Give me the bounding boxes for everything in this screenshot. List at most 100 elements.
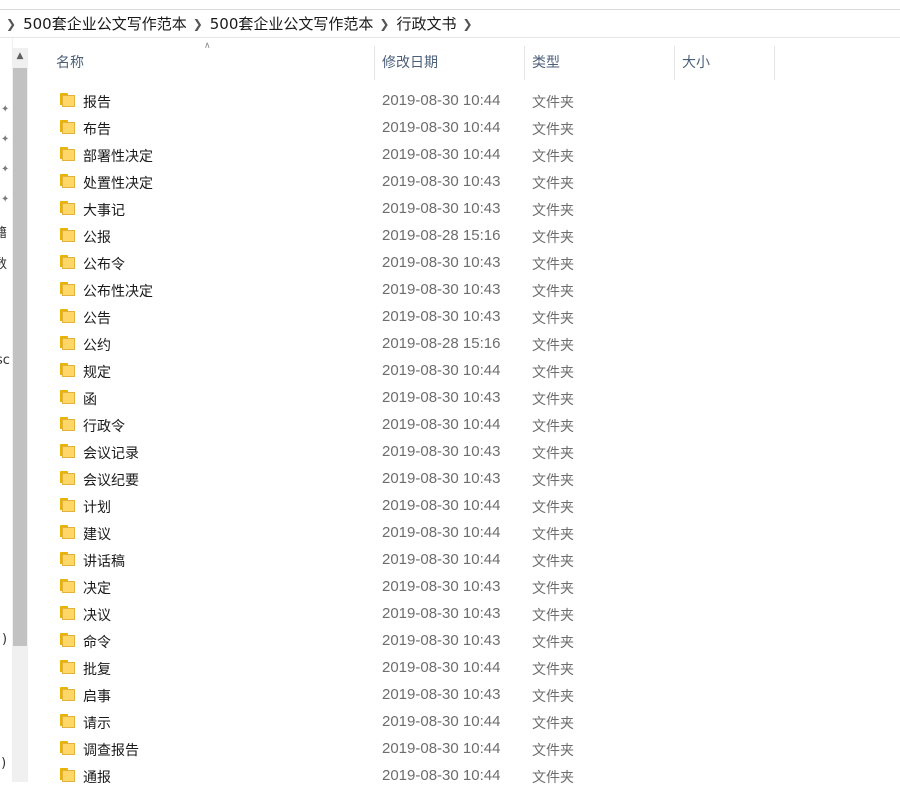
file-type: 文件夹	[532, 716, 574, 732]
file-row[interactable]: 调查报告 2019-08-30 10:44 文件夹	[28, 736, 788, 763]
file-name: 命令	[83, 635, 111, 651]
file-name: 会议纪要	[83, 473, 139, 489]
file-row[interactable]: 会议记录 2019-08-30 10:43 文件夹	[28, 439, 788, 466]
folder-icon	[60, 336, 75, 350]
file-name: 大事记	[83, 203, 125, 219]
breadcrumb-item-current[interactable]: 行政文书	[396, 13, 456, 34]
file-row[interactable]: 命令 2019-08-30 10:43 文件夹	[28, 628, 788, 655]
column-header-modified[interactable]: 修改日期	[373, 46, 525, 80]
file-modified-date: 2019-08-30 10:43	[382, 173, 501, 190]
folder-icon	[60, 768, 75, 782]
file-modified-date: 2019-08-30 10:43	[382, 254, 501, 271]
file-row[interactable]: 公告 2019-08-30 10:43 文件夹	[28, 304, 788, 331]
file-row[interactable]: 决定 2019-08-30 10:43 文件夹	[28, 574, 788, 601]
file-row[interactable]: 报告 2019-08-30 10:44 文件夹	[28, 88, 788, 115]
breadcrumb-item-root[interactable]: 500套企业公文写作范本	[23, 13, 187, 34]
file-type: 文件夹	[532, 176, 574, 192]
folder-icon	[60, 228, 75, 242]
file-modified-date: 2019-08-30 10:44	[382, 740, 501, 757]
folder-icon	[60, 741, 75, 755]
file-row[interactable]: 大事记 2019-08-30 10:43 文件夹	[28, 196, 788, 223]
chevron-right-icon[interactable]: ❯	[0, 17, 23, 31]
file-name: 公布令	[83, 257, 125, 273]
nav-item-fragment[interactable]: )	[2, 632, 7, 647]
file-row[interactable]: 规定 2019-08-30 10:44 文件夹	[28, 358, 788, 385]
file-type: 文件夹	[532, 635, 574, 651]
folder-icon	[60, 687, 75, 701]
file-row[interactable]: 布告 2019-08-30 10:44 文件夹	[28, 115, 788, 142]
file-row[interactable]: 批复 2019-08-30 10:44 文件夹	[28, 655, 788, 682]
file-name: 处置性决定	[83, 176, 153, 192]
pin-icon: ✦	[1, 134, 10, 145]
file-name: 公报	[83, 230, 111, 246]
file-row[interactable]: 讲话稿 2019-08-30 10:44 文件夹	[28, 547, 788, 574]
file-type: 文件夹	[532, 770, 574, 786]
file-name: 函	[83, 392, 97, 408]
file-type: 文件夹	[532, 743, 574, 759]
folder-icon	[60, 255, 75, 269]
folder-icon	[60, 309, 75, 323]
folder-icon	[60, 93, 75, 107]
file-name: 请示	[83, 716, 111, 732]
file-modified-date: 2019-08-30 10:44	[382, 713, 501, 730]
file-row[interactable]: 处置性决定 2019-08-30 10:43 文件夹	[28, 169, 788, 196]
file-modified-date: 2019-08-30 10:43	[382, 281, 501, 298]
nav-item-fragment[interactable]: sc	[0, 353, 10, 368]
scrollbar-thumb[interactable]	[13, 68, 27, 646]
pin-icon: ✦	[1, 194, 10, 205]
breadcrumb: ❯ 500套企业公文写作范本 ❯ 500套企业公文写作范本 ❯ 行政文书 ❯	[0, 10, 900, 38]
file-row[interactable]: 公布性决定 2019-08-30 10:43 文件夹	[28, 277, 788, 304]
file-row[interactable]: 会议纪要 2019-08-30 10:43 文件夹	[28, 466, 788, 493]
file-row[interactable]: 公布令 2019-08-30 10:43 文件夹	[28, 250, 788, 277]
file-row[interactable]: 启事 2019-08-30 10:43 文件夹	[28, 682, 788, 709]
file-modified-date: 2019-08-30 10:43	[382, 389, 501, 406]
column-header-size[interactable]: 大小	[673, 46, 775, 80]
column-header-type[interactable]: 类型	[523, 46, 675, 80]
file-type: 文件夹	[532, 446, 574, 462]
file-row[interactable]: 公约 2019-08-28 15:16 文件夹	[28, 331, 788, 358]
file-row[interactable]: 请示 2019-08-30 10:44 文件夹	[28, 709, 788, 736]
file-row[interactable]: 计划 2019-08-30 10:44 文件夹	[28, 493, 788, 520]
chevron-right-icon[interactable]: ❯	[187, 17, 210, 31]
column-header-name[interactable]: 名称	[47, 46, 375, 80]
pin-icon: ✦	[1, 164, 10, 175]
folder-icon	[60, 147, 75, 161]
file-type: 文件夹	[532, 284, 574, 300]
pin-icon: ✦	[1, 104, 10, 115]
file-row[interactable]: 部署性决定 2019-08-30 10:44 文件夹	[28, 142, 788, 169]
file-name: 公告	[83, 311, 111, 327]
file-type: 文件夹	[532, 203, 574, 219]
breadcrumb-item-parent[interactable]: 500套企业公文写作范本	[210, 13, 374, 34]
folder-icon	[60, 417, 75, 431]
nav-item-fragment[interactable]: 数	[0, 253, 7, 272]
file-row[interactable]: 建议 2019-08-30 10:44 文件夹	[28, 520, 788, 547]
file-type: 文件夹	[532, 95, 574, 111]
file-modified-date: 2019-08-30 10:44	[382, 416, 501, 433]
chevron-right-icon[interactable]: ❯	[373, 17, 396, 31]
file-type: 文件夹	[532, 230, 574, 246]
file-modified-date: 2019-08-30 10:44	[382, 146, 501, 163]
folder-icon	[60, 714, 75, 728]
file-row[interactable]: 决议 2019-08-30 10:43 文件夹	[28, 601, 788, 628]
column-headers: ∧ 名称 修改日期 类型 大小	[28, 38, 900, 88]
file-name: 行政令	[83, 419, 125, 435]
file-type: 文件夹	[532, 392, 574, 408]
file-type: 文件夹	[532, 419, 574, 435]
file-modified-date: 2019-08-30 10:43	[382, 578, 501, 595]
file-type: 文件夹	[532, 257, 574, 273]
file-row[interactable]: 公报 2019-08-28 15:16 文件夹	[28, 223, 788, 250]
folder-icon	[60, 390, 75, 404]
file-name: 计划	[83, 500, 111, 516]
file-type: 文件夹	[532, 527, 574, 543]
nav-item-fragment[interactable]: ))	[0, 756, 6, 771]
file-name: 批复	[83, 662, 111, 678]
scroll-up-arrow-icon[interactable]: ▲	[12, 48, 28, 64]
file-row[interactable]: 函 2019-08-30 10:43 文件夹	[28, 385, 788, 412]
chevron-right-icon[interactable]: ❯	[456, 17, 479, 31]
file-modified-date: 2019-08-30 10:44	[382, 551, 501, 568]
file-name: 启事	[83, 689, 111, 705]
nav-item-fragment[interactable]: 籍	[0, 222, 7, 241]
file-row[interactable]: 通报 2019-08-30 10:44 文件夹	[28, 763, 788, 790]
folder-icon	[60, 579, 75, 593]
file-row[interactable]: 行政令 2019-08-30 10:44 文件夹	[28, 412, 788, 439]
